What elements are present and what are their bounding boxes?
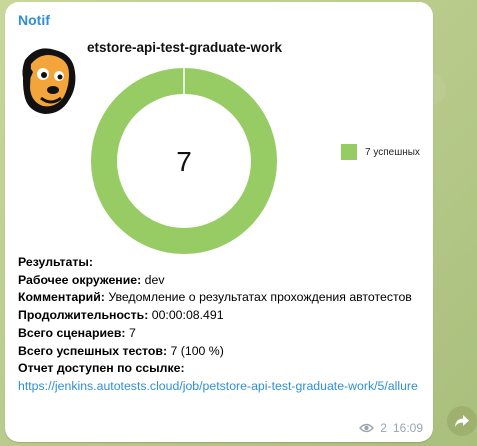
donut-center-label: 7 xyxy=(176,146,192,177)
share-button[interactable] xyxy=(447,406,477,436)
passed-label: Всего успешных тестов: xyxy=(18,343,168,358)
message-text: Результаты: Рабочее окружение: dev Комме… xyxy=(18,254,418,396)
duration-label: Продолжительность: xyxy=(18,308,149,323)
donut-chart: 7 xyxy=(91,68,277,254)
legend-label-passed: 7 успешных xyxy=(365,146,420,158)
report-label: Отчет доступен по ссылке: xyxy=(18,361,185,376)
eye-icon xyxy=(359,423,375,433)
env-value: dev xyxy=(144,272,165,287)
scenarios-value: 7 xyxy=(128,325,136,340)
results-label: Результаты: xyxy=(18,255,93,269)
message-bubble: Notif etstore-api-test-graduate-work 7 7… xyxy=(5,2,433,442)
views-count: 2 xyxy=(380,421,387,435)
chart-title: etstore-api-test-graduate-work xyxy=(87,40,283,55)
legend-swatch-passed xyxy=(341,144,357,160)
message-meta: 2 16:09 xyxy=(359,421,423,435)
message-time: 16:09 xyxy=(392,421,423,435)
comment-label: Комментарий: xyxy=(18,290,105,305)
scenarios-label: Всего сценариев: xyxy=(18,325,126,340)
report-chart-image[interactable]: etstore-api-test-graduate-work 7 7 успеш… xyxy=(13,34,433,254)
chart-legend: 7 успешных xyxy=(341,144,420,160)
comment-value: Уведомление о результатах прохождения ав… xyxy=(108,290,412,305)
env-label: Рабочее окружение: xyxy=(18,272,142,287)
sender-name[interactable]: Notif xyxy=(18,12,50,28)
report-link[interactable]: https://jenkins.autotests.cloud/job/pets… xyxy=(18,379,418,393)
allure-dog-logo xyxy=(22,48,76,115)
duration-value: 00:00:08.491 xyxy=(151,308,224,323)
passed-value: 7 (100 %) xyxy=(170,343,224,358)
share-arrow-icon xyxy=(455,415,469,427)
